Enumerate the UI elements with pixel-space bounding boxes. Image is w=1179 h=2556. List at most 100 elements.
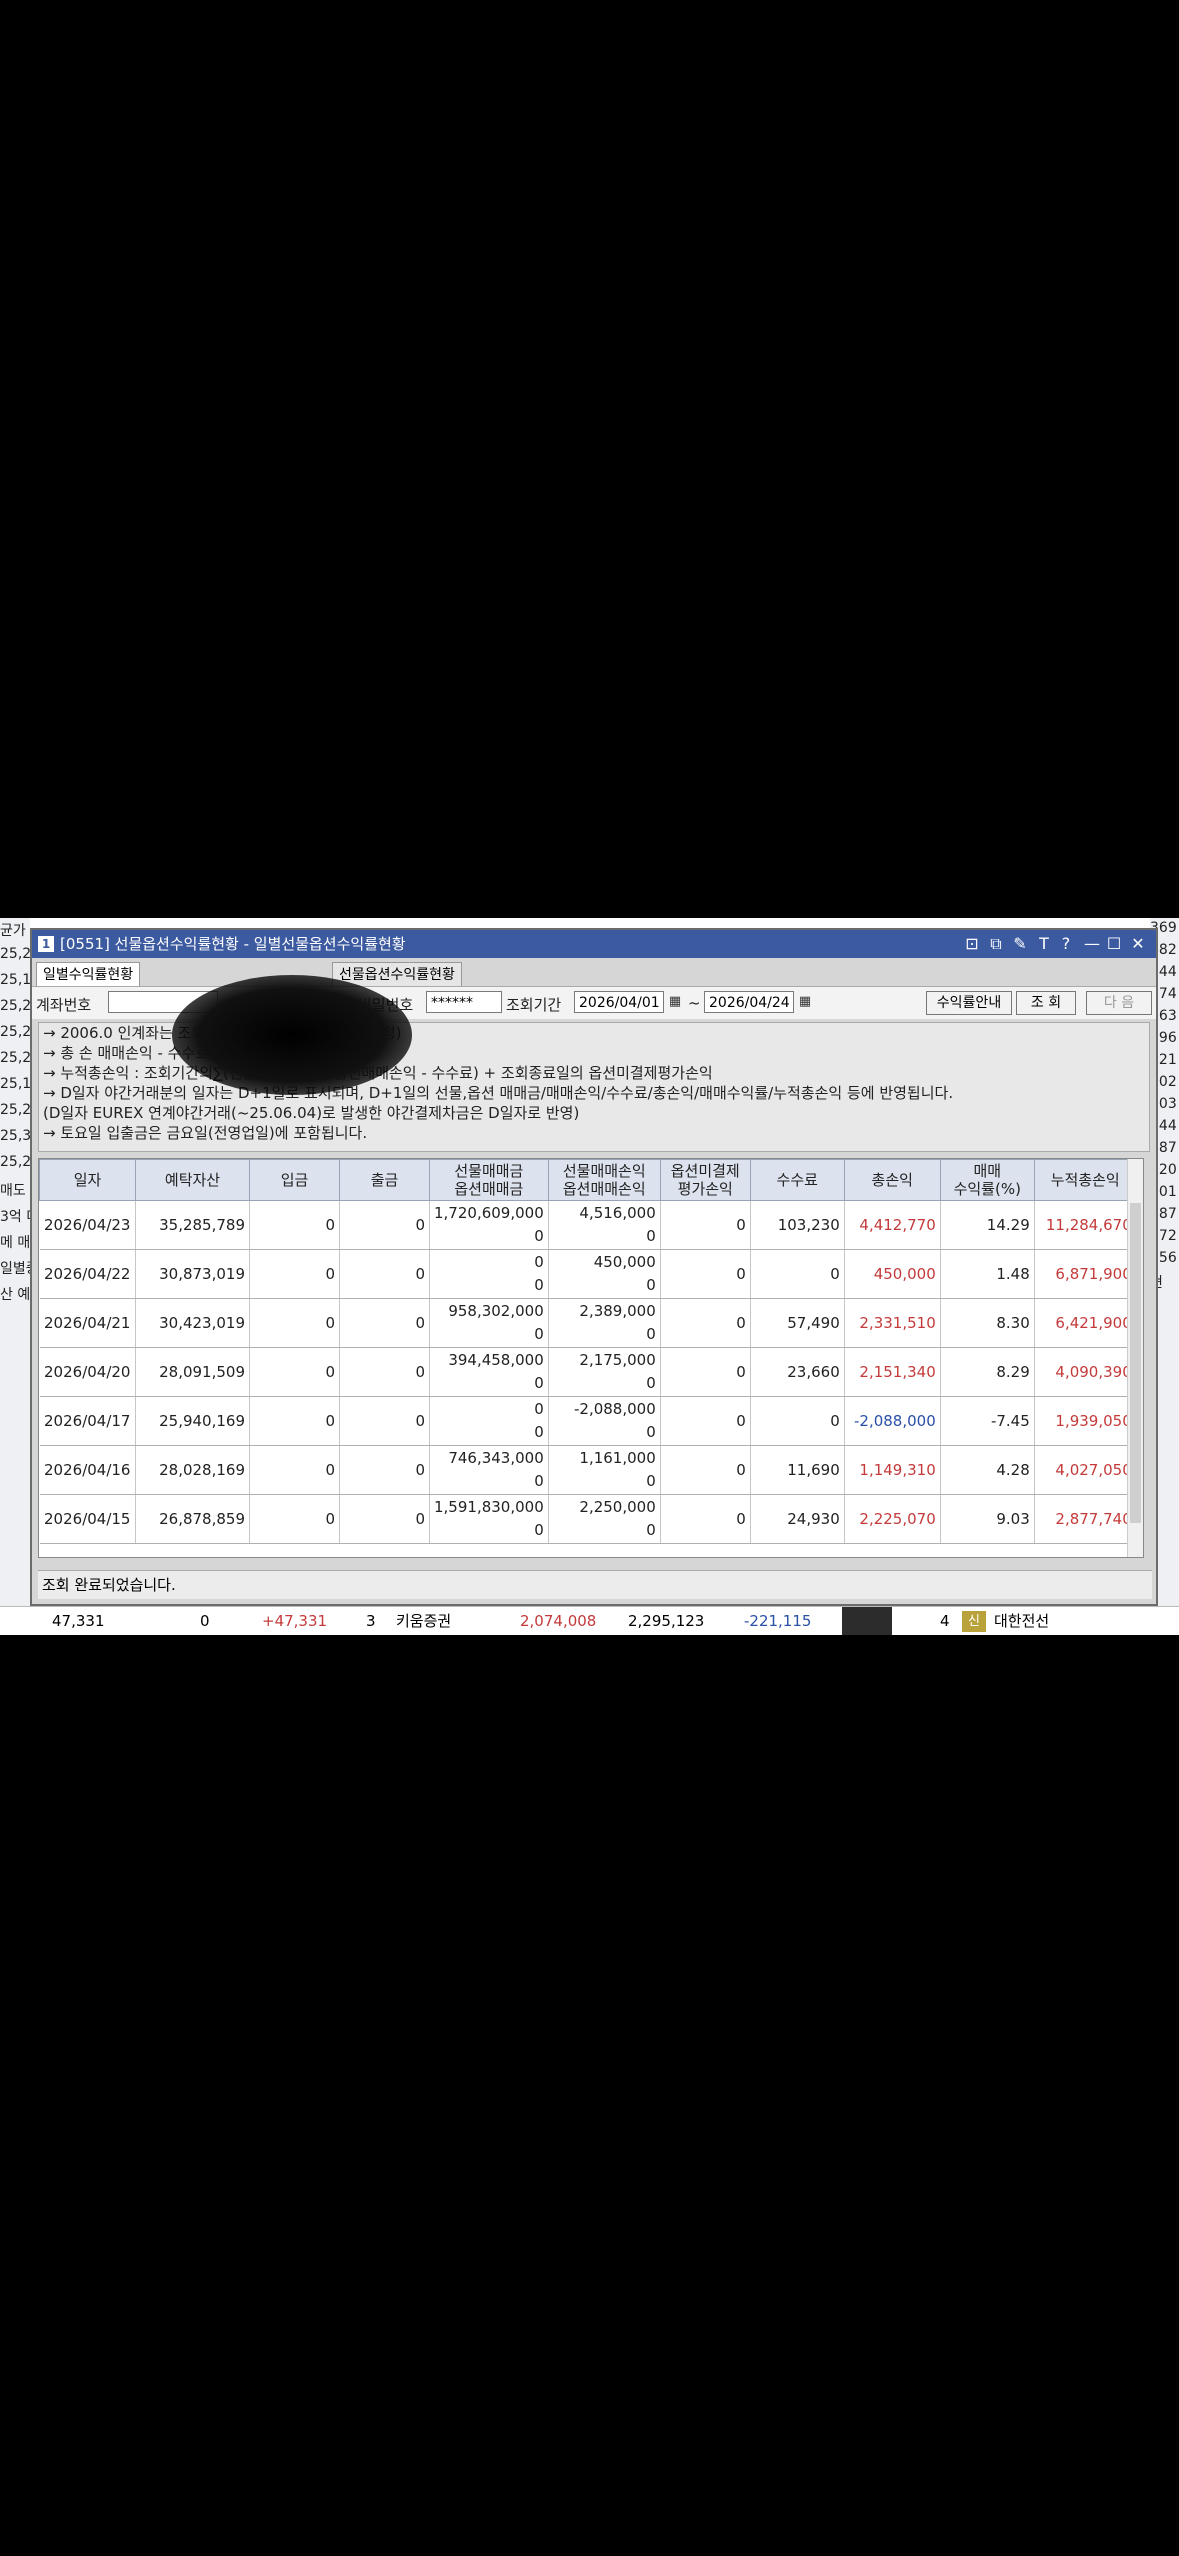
- date-to-field[interactable]: 2026/04/24: [704, 991, 794, 1013]
- column-header[interactable]: 옵션미결제 평가손익: [659, 1159, 751, 1201]
- background-app-left: 균가 25,2 25,1 25,2 25,2 25,2 25,1 25,2 25,3 25,2 매도…: [0, 918, 30, 1635]
- calendar-icon[interactable]: ▦: [666, 992, 684, 1012]
- column-header-label: 수수료: [776, 1171, 818, 1189]
- table-cell: 2,225,070: [844, 1494, 941, 1544]
- table-cell: 2,389,000 0: [548, 1298, 661, 1348]
- cell-value: 2,175,000: [579, 1351, 656, 1369]
- background-text: 25,1: [0, 1076, 30, 1092]
- background-text: 균가: [0, 923, 26, 939]
- account-label: 계좌번호: [36, 996, 92, 1014]
- query-button[interactable]: 조 회: [1016, 991, 1076, 1015]
- cell-value: 2,250,000: [579, 1498, 656, 1516]
- date-from-field[interactable]: 2026/04/01: [574, 991, 664, 1013]
- table-cell: 4,516,000 0: [548, 1200, 661, 1250]
- column-header[interactable]: 일자: [39, 1159, 136, 1201]
- cell-subvalue: 0: [646, 1325, 656, 1343]
- dock-icon[interactable]: ⊡: [962, 930, 982, 958]
- cell-value: -2,088,000: [573, 1400, 656, 1418]
- column-header[interactable]: 총손익: [843, 1159, 941, 1201]
- table-cell: 2026/04/21: [39, 1298, 136, 1348]
- next-button[interactable]: 다 음: [1086, 991, 1152, 1015]
- column-header[interactable]: 선물매매손익 옵션매매손익: [547, 1159, 661, 1201]
- table-cell: 0: [339, 1249, 430, 1299]
- status-bar: 조회 완료되었습니다.: [38, 1570, 1152, 1599]
- tab-daily-return[interactable]: 일별수익률현황: [36, 962, 141, 987]
- background-text: 매도: [0, 1183, 26, 1199]
- column-header[interactable]: 입금: [249, 1159, 340, 1201]
- column-header[interactable]: 선물매매금 옵션매매금: [429, 1159, 549, 1201]
- return-guide-button[interactable]: 수익률안내: [926, 991, 1012, 1015]
- table-cell: 1.48: [940, 1249, 1035, 1299]
- column-header-sublabel: 옵션매매손익: [562, 1180, 646, 1198]
- table-cell: 0: [660, 1347, 751, 1397]
- table-cell: 1,591,830,000 0: [429, 1494, 549, 1544]
- cell-subvalue: 0: [534, 1472, 544, 1490]
- table-cell: 24,930: [750, 1494, 845, 1544]
- table-cell: 11,690: [750, 1445, 845, 1495]
- background-text: 산 예: [0, 1287, 30, 1303]
- table-cell: 0: [249, 1249, 340, 1299]
- table-cell: 0: [339, 1494, 430, 1544]
- column-header[interactable]: 수수료: [749, 1159, 845, 1201]
- cell-subvalue: 0: [646, 1374, 656, 1392]
- help-icon[interactable]: ?: [1056, 930, 1076, 958]
- bottom-rank: 4: [940, 1612, 950, 1630]
- calendar-icon[interactable]: ▦: [796, 992, 814, 1012]
- table-cell: 1,161,000 0: [548, 1445, 661, 1495]
- password-field[interactable]: ******: [426, 991, 502, 1013]
- table-cell: 00: [429, 1249, 549, 1299]
- vertical-scrollbar[interactable]: [1127, 1159, 1143, 1557]
- table-row[interactable]: 2026/04/21 30,423,019 0 0 958,302,000 0 2,389,…: [39, 1298, 1137, 1348]
- table-cell: 0: [660, 1396, 751, 1446]
- title-bar[interactable]: 1 [0551] 선물옵션수익률현황 - 일별선물옵션수익률현황 ⊡ ⧉ ✎ T…: [32, 930, 1156, 958]
- cell-subvalue: 0: [646, 1276, 656, 1294]
- app-stage: 균가 25,2 25,1 25,2 25,2 25,2 25,1 25,2 25,3 25,2 매도…: [0, 918, 1179, 1635]
- table-cell: 0: [249, 1200, 340, 1250]
- column-header[interactable]: 누적총손익: [1033, 1159, 1137, 1201]
- background-text: 25,2: [0, 998, 30, 1014]
- table-cell: 1,149,310: [844, 1445, 941, 1495]
- cell-subvalue: 0: [534, 1374, 544, 1392]
- note-line: (D일자 EUREX 연계야간거래(~25.06.04)로 발생한 야간결제차금…: [43, 1104, 580, 1122]
- cell-value: 746,343,000: [448, 1449, 544, 1467]
- column-header[interactable]: 출금: [339, 1159, 430, 1201]
- table-cell: 0: [339, 1396, 430, 1446]
- table-header: 일자 예탁자산 입금 출금 선물매매금 옵션매매금 선물매매손익 옵션매매손익 옵션미결제 평가손…: [39, 1159, 1137, 1201]
- table-cell: 746,343,000 0: [429, 1445, 549, 1495]
- column-header-sublabel: 평가손익: [677, 1180, 733, 1198]
- table-row[interactable]: 2026/04/20 28,091,509 0 0 394,458,000 0 2,175,…: [39, 1347, 1137, 1397]
- column-header[interactable]: 매매 수익률(%): [939, 1159, 1035, 1201]
- edit-icon[interactable]: ✎: [1010, 930, 1030, 958]
- copy-window-icon[interactable]: ⧉: [986, 930, 1006, 958]
- table-cell: 6,871,900: [1034, 1249, 1137, 1299]
- bottom-name: 키움증권: [396, 1612, 452, 1630]
- cell-subvalue: 0: [646, 1521, 656, 1539]
- table-row[interactable]: 2026/04/16 28,028,169 0 0 746,343,000 0 1,161,…: [39, 1445, 1137, 1495]
- table-cell: 2026/04/20: [39, 1347, 136, 1397]
- scrollbar-thumb[interactable]: [1130, 1203, 1141, 1523]
- maximize-icon[interactable]: ☐: [1104, 930, 1124, 958]
- column-header[interactable]: 예탁자산: [135, 1159, 250, 1201]
- new-badge: 신: [962, 1611, 986, 1632]
- cell-subvalue: 0: [534, 1276, 544, 1294]
- table-cell: 8.29: [940, 1347, 1035, 1397]
- column-header-label: 출금: [370, 1171, 399, 1189]
- cell-value: 394,458,000: [448, 1351, 544, 1369]
- table-row[interactable]: 2026/04/22 30,873,019 0 0 0 0 450,000 0 0 0 450,00…: [39, 1249, 1137, 1299]
- table-row[interactable]: 2026/04/23 35,285,789 0 0 1,720,609,000 0 4,51…: [39, 1200, 1137, 1250]
- table-row[interactable]: 2026/04/17 25,940,169 0 0 0 0 -2,088,000 0 0 0 -2,…: [39, 1396, 1137, 1446]
- table-cell: 2,250,000 0: [548, 1494, 661, 1544]
- cell-subvalue: 0: [646, 1423, 656, 1441]
- background-app-bottom: 47,331 0 +47,331 3 키움증권 2,074,008 2,295,…: [0, 1606, 1179, 1635]
- minimize-icon[interactable]: —: [1082, 930, 1102, 958]
- cell-subvalue: 0: [534, 1521, 544, 1539]
- table-cell: 1,939,050: [1034, 1396, 1137, 1446]
- table-cell: 30,423,019: [135, 1298, 250, 1348]
- close-icon[interactable]: ✕: [1128, 930, 1148, 958]
- cell-value: 2,389,000: [579, 1302, 656, 1320]
- data-table: 일자 예탁자산 입금 출금 선물매매금 옵션매매금 선물매매손익 옵션매매손익 옵션미결제 평가손…: [39, 1159, 1137, 1544]
- table-cell: 0: [660, 1298, 751, 1348]
- table-row[interactable]: 2026/04/15 26,878,859 0 0 1,591,830,000 0 2,25…: [39, 1494, 1137, 1544]
- column-header-sublabel: 수익률(%): [953, 1180, 1021, 1198]
- font-icon[interactable]: T: [1034, 930, 1054, 958]
